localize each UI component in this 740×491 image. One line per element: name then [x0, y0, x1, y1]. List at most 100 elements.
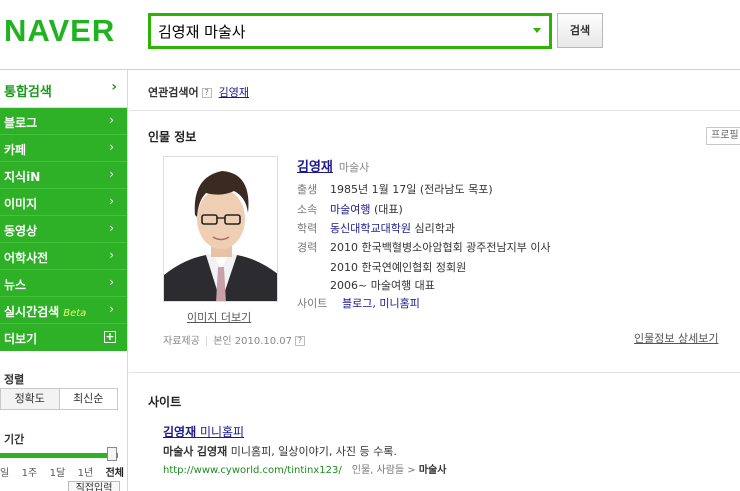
site-url-row: http://www.cyworld.com/tintinx123/인물, 사람…	[163, 461, 446, 476]
site-category[interactable]: 인물, 사람들 > 마술사	[352, 465, 447, 476]
related-searches: 연관검색어? 김영재	[148, 84, 249, 100]
plus-icon: +	[104, 330, 116, 343]
direct-input-button[interactable]: 직접입력	[68, 481, 120, 491]
sidebar-more-button[interactable]: 더보기 +	[0, 324, 127, 351]
profile-tag-button[interactable]: 프로필	[706, 127, 740, 145]
chevron-right-icon: ›	[109, 248, 114, 262]
sidebar-more-label: 더보기	[4, 332, 38, 346]
sidebar-item-label: 동영상	[4, 224, 38, 238]
search-button[interactable]: 검색	[557, 13, 603, 48]
site-category-bold: 마술사	[418, 465, 447, 476]
desc-bold: 김영재	[196, 445, 228, 458]
divider	[129, 372, 740, 373]
sidebar-item-integrated-search[interactable]: 통합검색 ›	[0, 70, 127, 108]
sort-latest-button[interactable]: 최신순	[60, 389, 118, 409]
sidebar-item-cafe[interactable]: 카페 ›	[0, 135, 127, 162]
chevron-right-icon: ›	[109, 221, 114, 235]
person-name-row: 김영재 마술사	[297, 156, 369, 175]
period-option[interactable]: 전체	[106, 464, 124, 479]
site-link-bold: 김영재	[163, 425, 197, 439]
info-key: 출생	[297, 183, 318, 196]
info-key: 학력	[297, 222, 318, 235]
sort-title: 정렬	[4, 373, 25, 386]
sidebar-item-video[interactable]: 동영상 ›	[0, 216, 127, 243]
sidebar-item-dictionary[interactable]: 어학사전 ›	[0, 243, 127, 270]
career-line: 2006~ 마술여행 대표	[330, 279, 435, 292]
career-line: 2010 한국백혈병소아암협회 광주전남지부 이사	[330, 241, 551, 254]
site-links[interactable]: 블로그, 미니홈피	[342, 297, 420, 310]
sidebar-item-realtime-label: 실시간검색	[4, 305, 60, 319]
education-link[interactable]: 동신대학교대학원	[330, 222, 411, 235]
sidebar-item-blog[interactable]: 블로그 ›	[0, 108, 127, 135]
search-box[interactable]	[148, 13, 552, 49]
site-section-title: 사이트	[148, 395, 182, 409]
related-label: 연관검색어	[148, 86, 199, 99]
chevron-right-icon: ›	[109, 140, 114, 154]
info-value: 마술여행 (대표)	[330, 201, 403, 217]
person-photo[interactable]	[163, 156, 278, 302]
desc-bold: 마술사	[163, 445, 194, 458]
info-value: 동신대학교대학원 심리학과	[330, 220, 455, 236]
more-images-link[interactable]: 이미지 더보기	[187, 309, 251, 325]
period-option[interactable]: 1년	[78, 464, 94, 479]
period-slider-track[interactable]	[0, 453, 118, 458]
help-icon[interactable]: ?	[295, 336, 306, 346]
info-key: 소속	[297, 203, 318, 216]
education-note: 심리학과	[410, 222, 455, 235]
affiliation-link[interactable]: 마술여행	[330, 203, 370, 216]
sidebar-item-label: 블로그	[4, 116, 38, 130]
help-icon[interactable]: ?	[201, 88, 212, 98]
sort-options: 정확도 최신순	[0, 388, 118, 410]
header: NAVER 검색	[0, 0, 740, 70]
sidebar-item-label: 통합검색	[4, 85, 52, 100]
sidebar-item-label: 뉴스	[4, 278, 27, 292]
desc-rest: 미니홈피, 일상이야기, 사진 등 수록.	[227, 445, 397, 458]
naver-logo[interactable]: NAVER	[4, 14, 115, 48]
person-detail-link[interactable]: 인물정보 상세보기	[634, 330, 718, 346]
period-labels: 일 1주 1달 1년 전체	[0, 464, 124, 479]
sidebar-item-label: 이미지	[4, 197, 38, 211]
chevron-right-icon: ›	[109, 113, 114, 127]
data-source: 자료제공 | 본인 2010.10.07?	[163, 332, 306, 347]
sidebar-item-news[interactable]: 뉴스 ›	[0, 270, 127, 297]
source-value: 본인 2010.10.07	[213, 336, 293, 347]
sidebar-item-label: 실시간검색 Beta	[4, 303, 86, 320]
period-option[interactable]: 1주	[22, 464, 38, 479]
sidebar-item-label: 카페	[4, 143, 27, 157]
info-value: 블로그, 미니홈피	[342, 295, 420, 311]
autocomplete-arrow-icon[interactable]	[533, 28, 541, 33]
source-label: 자료제공	[163, 336, 200, 347]
site-url[interactable]: http://www.cyworld.com/tintinx123/	[163, 465, 342, 476]
career-line: 2010 한국연예인협회 정회원	[330, 261, 467, 274]
period-option[interactable]: 일	[0, 464, 9, 479]
search-input[interactable]	[158, 20, 518, 42]
sidebar-item-label: 어학사전	[4, 251, 49, 265]
sort-accuracy-button[interactable]: 정확도	[1, 389, 60, 409]
site-category-text: 인물, 사람들 >	[351, 465, 419, 476]
site-description: 마술사 김영재 미니홈피, 일상이야기, 사진 등 수록.	[163, 443, 397, 459]
period-option[interactable]: 1달	[50, 464, 66, 479]
chevron-right-icon: ›	[109, 194, 114, 208]
person-photo-image	[164, 157, 277, 301]
sidebar-item-realtime[interactable]: 실시간검색 Beta ›	[0, 297, 127, 324]
info-key: 사이트	[297, 297, 328, 310]
period-slider-handle[interactable]	[107, 447, 117, 461]
site-link-rest: 미니홈피	[196, 425, 245, 439]
chevron-right-icon: ›	[109, 302, 114, 316]
beta-badge: Beta	[63, 308, 87, 319]
chevron-right-icon: ›	[109, 167, 114, 181]
info-value: 1985년 1월 17일 (전라남도 목포)	[330, 183, 493, 196]
person-job: 마술사	[338, 161, 370, 174]
related-term-link[interactable]: 김영재	[219, 86, 249, 99]
person-name-link[interactable]: 김영재	[297, 160, 333, 175]
sidebar-item-kin[interactable]: 지식iN ›	[0, 162, 127, 189]
sidebar-item-label: 지식iN	[4, 170, 41, 184]
period-title: 기간	[4, 433, 25, 446]
site-result-link[interactable]: 김영재 미니홈피	[163, 423, 244, 440]
info-key: 경력	[297, 241, 318, 254]
divider	[129, 110, 740, 111]
sidebar-item-image[interactable]: 이미지 ›	[0, 189, 127, 216]
person-section-title: 인물 정보	[148, 130, 197, 144]
chevron-right-icon: ›	[111, 79, 117, 95]
sidebar: 통합검색 › 블로그 › 카페 › 지식iN › 이미지 › 동영상 › 어학사…	[0, 70, 128, 491]
